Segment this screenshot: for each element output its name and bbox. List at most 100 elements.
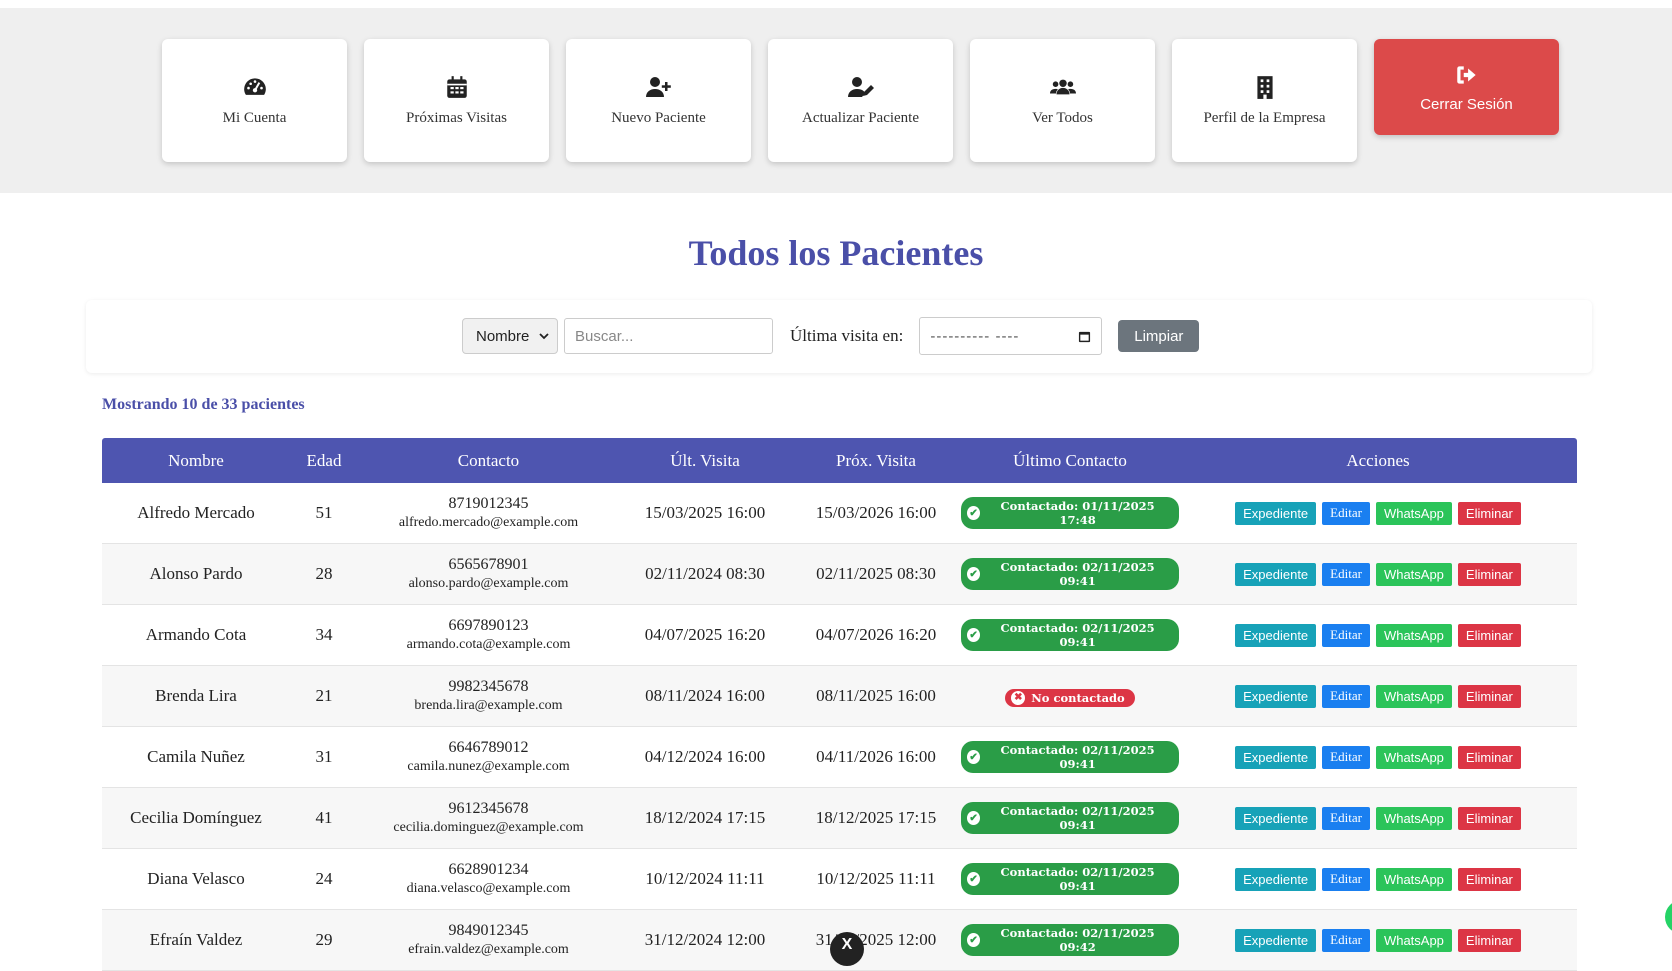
check-circle-icon: ✔ — [967, 628, 981, 642]
status-badge: ✖ No contactado — [1005, 688, 1135, 707]
filter-panel: Nombre Buscar... Última visita en: -----… — [86, 300, 1592, 373]
status-text: Contactado: 02/11/2025 09:41 — [1000, 865, 1155, 893]
whatsapp-float-button[interactable] — [1665, 900, 1672, 934]
whatsapp-button[interactable]: WhatsApp — [1375, 684, 1452, 708]
last-visit: 08/11/2024 16:00 — [619, 665, 791, 727]
top-strip — [0, 0, 1672, 8]
last-visit: 04/12/2024 16:00 — [619, 726, 791, 788]
patient-name: Camila Nuñez — [102, 726, 290, 788]
calendar-icon[interactable] — [1078, 330, 1091, 343]
filter-row: Nombre Buscar... Última visita en: -----… — [462, 317, 1200, 355]
edit-button[interactable]: Editar — [1322, 745, 1370, 769]
table-row: Alonso Pardo 28 6565678901 alonso.pardo@exa… — [102, 543, 1577, 605]
whatsapp-button[interactable]: WhatsApp — [1375, 562, 1452, 586]
edit-button[interactable]: Editar — [1322, 501, 1370, 525]
delete-button[interactable]: Eliminar — [1457, 867, 1521, 891]
delete-button[interactable]: Eliminar — [1457, 623, 1521, 647]
actions-cell: Expediente Editar WhatsApp Eliminar — [1179, 848, 1577, 910]
patient-contact: 9612345678 cecilia.dominguez@example.com — [358, 787, 619, 849]
table-row: Cecilia Domínguez 41 9612345678 cecilia.dom… — [102, 787, 1577, 849]
edit-button[interactable]: Editar — [1322, 684, 1370, 708]
user-plus-icon — [645, 77, 671, 97]
patient-email: efrain.valdez@example.com — [408, 942, 569, 957]
whatsapp-button[interactable]: WhatsApp — [1375, 928, 1452, 952]
patient-phone: 6697890123 — [448, 617, 529, 634]
patient-contact: 6697890123 armando.cota@example.com — [358, 604, 619, 666]
calendar-icon — [446, 76, 467, 98]
col-acciones: Acciones — [1179, 438, 1577, 483]
expediente-button[interactable]: Expediente — [1235, 623, 1317, 647]
table-row: Camila Nuñez 31 6646789012 camila.nunez@exa… — [102, 726, 1577, 788]
nav-actualizar-paciente[interactable]: Actualizar Paciente — [768, 39, 953, 162]
patient-age: 41 — [290, 787, 358, 849]
patient-name: Armando Cota — [102, 604, 290, 666]
close-icon: X — [841, 936, 853, 953]
last-visit: 31/12/2024 12:00 — [619, 909, 791, 971]
nav-mi-cuenta[interactable]: Mi Cuenta — [162, 39, 347, 162]
nav-ver-todos[interactable]: Ver Todos — [970, 39, 1155, 162]
patient-email: armando.cota@example.com — [406, 637, 571, 652]
whatsapp-button[interactable]: WhatsApp — [1375, 623, 1452, 647]
whatsapp-button[interactable]: WhatsApp — [1375, 745, 1452, 769]
delete-button[interactable]: Eliminar — [1457, 684, 1521, 708]
next-visit: 10/12/2025 11:11 — [791, 848, 961, 910]
expediente-button[interactable]: Expediente — [1235, 928, 1317, 952]
status-badge: ✔ Contactado: 02/11/2025 09:41 — [961, 619, 1179, 651]
status-badge: ✔ Contactado: 02/11/2025 09:42 — [961, 924, 1179, 956]
patient-contact: 9849012345 efrain.valdez@example.com — [358, 909, 619, 971]
edit-button[interactable]: Editar — [1322, 867, 1370, 891]
nav-band: Mi Cuenta Próximas Visitas Nuevo Pacient… — [0, 8, 1672, 193]
check-circle-icon: ✔ — [967, 933, 981, 947]
patient-phone: 9612345678 — [448, 800, 529, 817]
edit-button[interactable]: Editar — [1322, 623, 1370, 647]
date-input[interactable]: ---------- ---- — [919, 317, 1103, 355]
status-badge: ✔ Contactado: 02/11/2025 09:41 — [961, 741, 1179, 773]
patient-contact: 8719012345 alfredo.mercado@example.com — [358, 483, 619, 544]
floating-close-button[interactable]: X — [830, 932, 864, 966]
next-visit: 31/12/2025 12:00 — [791, 909, 961, 971]
building-icon — [1256, 76, 1273, 99]
nav-label: Ver Todos — [1032, 110, 1093, 126]
expediente-button[interactable]: Expediente — [1235, 867, 1317, 891]
nav-label: Próximas Visitas — [406, 110, 507, 126]
status-badge: ✔ Contactado: 02/11/2025 09:41 — [961, 558, 1179, 590]
delete-button[interactable]: Eliminar — [1457, 806, 1521, 830]
patient-age: 24 — [290, 848, 358, 910]
expediente-button[interactable]: Expediente — [1235, 745, 1317, 769]
table-row: Armando Cota 34 6697890123 armando.cota@exa… — [102, 604, 1577, 666]
user-edit-icon — [847, 77, 874, 97]
delete-button[interactable]: Eliminar — [1457, 562, 1521, 586]
patient-age: 31 — [290, 726, 358, 788]
patient-name: Alfredo Mercado — [102, 483, 290, 544]
status-badge: ✔ Contactado: 02/11/2025 09:41 — [961, 802, 1179, 834]
actions-cell: Expediente Editar WhatsApp Eliminar — [1179, 787, 1577, 849]
whatsapp-button[interactable]: WhatsApp — [1375, 867, 1452, 891]
whatsapp-button[interactable]: WhatsApp — [1375, 501, 1452, 525]
edit-button[interactable]: Editar — [1322, 562, 1370, 586]
dashboard-icon — [243, 78, 266, 95]
status-text: Contactado: 02/11/2025 09:41 — [1000, 743, 1155, 771]
result-count: Mostrando 10 de 33 pacientes — [102, 396, 305, 413]
nav-proximas-visitas[interactable]: Próximas Visitas — [364, 39, 549, 162]
status-text: No contactado — [1031, 690, 1125, 705]
status-text: Contactado: 02/11/2025 09:42 — [1000, 926, 1155, 954]
patient-name: Efraín Valdez — [102, 909, 290, 971]
patient-email: brenda.lira@example.com — [414, 698, 563, 713]
delete-button[interactable]: Eliminar — [1457, 928, 1521, 952]
logout-button[interactable]: Cerrar Sesión — [1374, 39, 1559, 135]
delete-button[interactable]: Eliminar — [1457, 501, 1521, 525]
edit-button[interactable]: Editar — [1322, 806, 1370, 830]
nav-perfil-empresa[interactable]: Perfil de la Empresa — [1172, 39, 1357, 162]
expediente-button[interactable]: Expediente — [1235, 806, 1317, 830]
nav-nuevo-paciente[interactable]: Nuevo Paciente — [566, 39, 751, 162]
search-input[interactable]: Buscar... — [564, 318, 773, 354]
expediente-button[interactable]: Expediente — [1235, 562, 1317, 586]
expediente-button[interactable]: Expediente — [1235, 501, 1317, 525]
whatsapp-button[interactable]: WhatsApp — [1375, 806, 1452, 830]
patient-name: Alonso Pardo — [102, 543, 290, 605]
expediente-button[interactable]: Expediente — [1235, 684, 1317, 708]
filter-field-select[interactable]: Nombre — [462, 318, 558, 354]
delete-button[interactable]: Eliminar — [1457, 745, 1521, 769]
clear-button[interactable]: Limpiar — [1118, 320, 1200, 352]
edit-button[interactable]: Editar — [1322, 928, 1370, 952]
